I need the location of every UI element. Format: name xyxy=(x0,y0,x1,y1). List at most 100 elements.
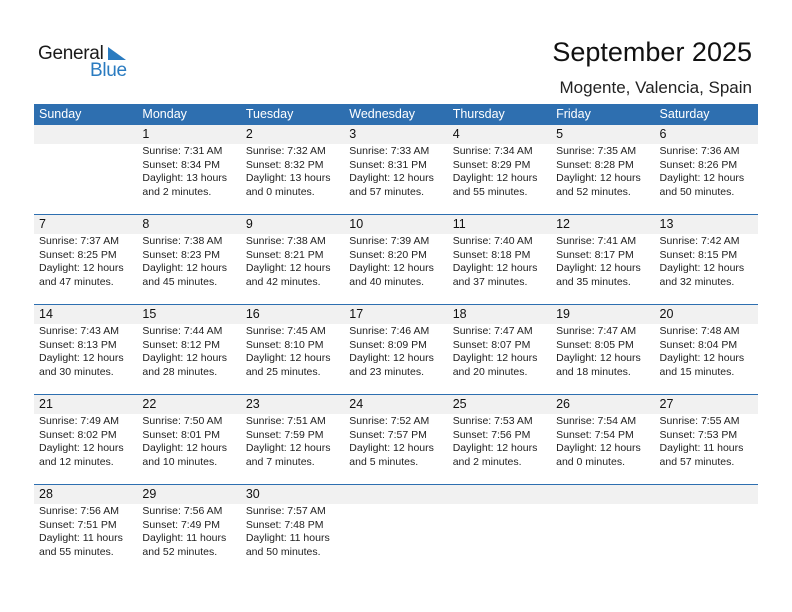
day-number: 21 xyxy=(34,395,138,414)
daylight-text: Daylight: 12 hours xyxy=(245,262,331,274)
day-info: Sunrise: 7:54 AM Sunset: 7:54 PM Daylight:… xyxy=(551,414,654,469)
day-cell: 15 Sunrise: 7:44 AM Sunset: 8:12 PM Dayligh… xyxy=(137,305,241,379)
daylight-text: and 47 minutes. xyxy=(39,275,114,288)
day-cell: 1 Sunrise: 7:31 AM Sunset: 8:34 PM Daylight… xyxy=(137,125,241,199)
day-info: Sunrise: 7:51 AM Sunset: 7:59 PM Daylight:… xyxy=(241,414,344,469)
daylight-text: and 57 minutes. xyxy=(659,455,735,468)
day-info: Sunrise: 7:33 AM Sunset: 8:31 PM Daylight:… xyxy=(344,144,447,199)
day-number: 20 xyxy=(654,305,758,324)
empty-day-cell xyxy=(551,485,655,559)
day-info: Sunrise: 7:38 AM Sunset: 8:21 PM Daylight:… xyxy=(241,234,344,289)
day-info: Sunrise: 7:55 AM Sunset: 7:53 PM Daylight:… xyxy=(655,414,758,469)
weekday-saturday: Saturday xyxy=(659,107,710,121)
sunset-text: Sunset: 8:31 PM xyxy=(349,158,427,171)
day-number: 27 xyxy=(654,395,758,414)
sunset-text: Sunset: 8:17 PM xyxy=(556,248,634,261)
sunset-text: Sunset: 7:57 PM xyxy=(349,428,427,441)
sunrise-text: Sunrise: 7:49 AM xyxy=(39,415,119,427)
day-number: 10 xyxy=(344,215,448,234)
day-info: Sunrise: 7:46 AM Sunset: 8:09 PM Daylight:… xyxy=(344,324,447,379)
day-info: Sunrise: 7:36 AM Sunset: 8:26 PM Daylight:… xyxy=(655,144,758,199)
day-info: Sunrise: 7:47 AM Sunset: 8:05 PM Daylight:… xyxy=(551,324,654,379)
daylight-text: and 2 minutes. xyxy=(142,185,212,198)
day-number: 12 xyxy=(551,215,655,234)
sunset-text: Sunset: 8:07 PM xyxy=(452,338,531,351)
day-cell: 11 Sunrise: 7:40 AM Sunset: 8:18 PM Dayligh… xyxy=(447,215,552,289)
week-row: 28 Sunrise: 7:56 AM Sunset: 7:51 PM Dayligh… xyxy=(34,484,758,574)
daylight-text: Daylight: 12 hours xyxy=(556,442,641,454)
sunset-text: Sunset: 8:28 PM xyxy=(556,158,634,171)
daylight-text: Daylight: 12 hours xyxy=(659,172,745,184)
daylight-text: and 45 minutes. xyxy=(142,275,218,288)
sunrise-text: Sunrise: 7:47 AM xyxy=(556,325,637,337)
day-number: 29 xyxy=(137,485,241,504)
sunrise-text: Sunrise: 7:53 AM xyxy=(452,415,533,427)
daylight-text: and 52 minutes. xyxy=(556,185,631,198)
daylight-text: and 0 minutes. xyxy=(245,185,315,198)
day-cell: 28 Sunrise: 7:56 AM Sunset: 7:51 PM Dayligh… xyxy=(34,485,138,559)
day-cell: 16 Sunrise: 7:45 AM Sunset: 8:10 PM Dayligh… xyxy=(240,305,345,379)
day-number: 9 xyxy=(240,215,345,234)
sunrise-text: Sunrise: 7:39 AM xyxy=(349,235,430,247)
day-number: 1 xyxy=(137,125,241,144)
empty-day-cell xyxy=(654,485,758,559)
daylight-text: Daylight: 12 hours xyxy=(349,172,434,184)
day-cell: 29 Sunrise: 7:56 AM Sunset: 7:49 PM Dayligh… xyxy=(137,485,241,559)
day-number: 25 xyxy=(447,395,552,414)
sunset-text: Sunset: 7:54 PM xyxy=(556,428,634,441)
week-row: 21 Sunrise: 7:49 AM Sunset: 8:02 PM Dayligh… xyxy=(34,394,758,484)
logo: General Blue xyxy=(38,43,138,83)
calendar-grid: Sunday Monday Tuesday Wednesday Thursday… xyxy=(34,104,758,574)
day-number: 14 xyxy=(34,305,138,324)
day-number xyxy=(654,485,758,504)
day-cell: 21 Sunrise: 7:49 AM Sunset: 8:02 PM Dayligh… xyxy=(34,395,138,469)
daylight-text: and 5 minutes. xyxy=(349,455,419,468)
day-info: Sunrise: 7:49 AM Sunset: 8:02 PM Daylight:… xyxy=(34,414,137,469)
sunrise-text: Sunrise: 7:44 AM xyxy=(142,325,223,337)
day-info: Sunrise: 7:35 AM Sunset: 8:28 PM Daylight:… xyxy=(551,144,654,199)
day-cell: 8 Sunrise: 7:38 AM Sunset: 8:23 PM Daylight… xyxy=(137,215,241,289)
day-info: Sunrise: 7:43 AM Sunset: 8:13 PM Daylight:… xyxy=(34,324,137,379)
weekday-wednesday: Wednesday xyxy=(349,107,416,121)
sunset-text: Sunset: 8:13 PM xyxy=(39,338,117,351)
day-info: Sunrise: 7:38 AM Sunset: 8:23 PM Daylight:… xyxy=(137,234,240,289)
day-number xyxy=(344,485,448,504)
day-number: 8 xyxy=(137,215,241,234)
daylight-text: and 20 minutes. xyxy=(452,365,528,378)
day-number: 2 xyxy=(240,125,345,144)
daylight-text: and 23 minutes. xyxy=(349,365,424,378)
week-row: 14 Sunrise: 7:43 AM Sunset: 8:13 PM Dayligh… xyxy=(34,304,758,394)
day-cell: 23 Sunrise: 7:51 AM Sunset: 7:59 PM Dayligh… xyxy=(240,395,345,469)
sunrise-text: Sunrise: 7:32 AM xyxy=(245,145,326,157)
day-info: Sunrise: 7:47 AM Sunset: 8:07 PM Daylight:… xyxy=(448,324,551,379)
sunset-text: Sunset: 8:21 PM xyxy=(245,248,324,261)
day-cell: 17 Sunrise: 7:46 AM Sunset: 8:09 PM Dayligh… xyxy=(344,305,448,379)
sunset-text: Sunset: 8:32 PM xyxy=(245,158,324,171)
daylight-text: Daylight: 12 hours xyxy=(245,352,331,364)
daylight-text: Daylight: 12 hours xyxy=(659,262,745,274)
day-cell: 30 Sunrise: 7:57 AM Sunset: 7:48 PM Dayligh… xyxy=(240,485,345,559)
daylight-text: Daylight: 12 hours xyxy=(556,352,641,364)
daylight-text: and 55 minutes. xyxy=(39,545,114,558)
day-info: Sunrise: 7:44 AM Sunset: 8:12 PM Daylight:… xyxy=(137,324,240,379)
sunset-text: Sunset: 8:23 PM xyxy=(142,248,221,261)
daylight-text: and 18 minutes. xyxy=(556,365,631,378)
daylight-text: Daylight: 11 hours xyxy=(39,532,123,544)
day-cell: 20 Sunrise: 7:48 AM Sunset: 8:04 PM Dayligh… xyxy=(654,305,758,379)
daylight-text: Daylight: 12 hours xyxy=(142,442,228,454)
sunset-text: Sunset: 8:01 PM xyxy=(142,428,221,441)
sunrise-text: Sunrise: 7:56 AM xyxy=(142,505,223,517)
empty-day-cell xyxy=(447,485,552,559)
sunrise-text: Sunrise: 7:57 AM xyxy=(245,505,326,517)
sunrise-text: Sunrise: 7:43 AM xyxy=(39,325,119,337)
sunrise-text: Sunrise: 7:42 AM xyxy=(659,235,740,247)
weekday-monday: Monday xyxy=(142,107,187,121)
daylight-text: and 12 minutes. xyxy=(39,455,114,468)
sunset-text: Sunset: 8:02 PM xyxy=(39,428,117,441)
day-cell: 6 Sunrise: 7:36 AM Sunset: 8:26 PM Daylight… xyxy=(654,125,758,199)
daylight-text: and 35 minutes. xyxy=(556,275,631,288)
day-number: 22 xyxy=(137,395,241,414)
daylight-text: and 42 minutes. xyxy=(245,275,321,288)
daylight-text: and 40 minutes. xyxy=(349,275,424,288)
daylight-text: Daylight: 12 hours xyxy=(556,172,641,184)
